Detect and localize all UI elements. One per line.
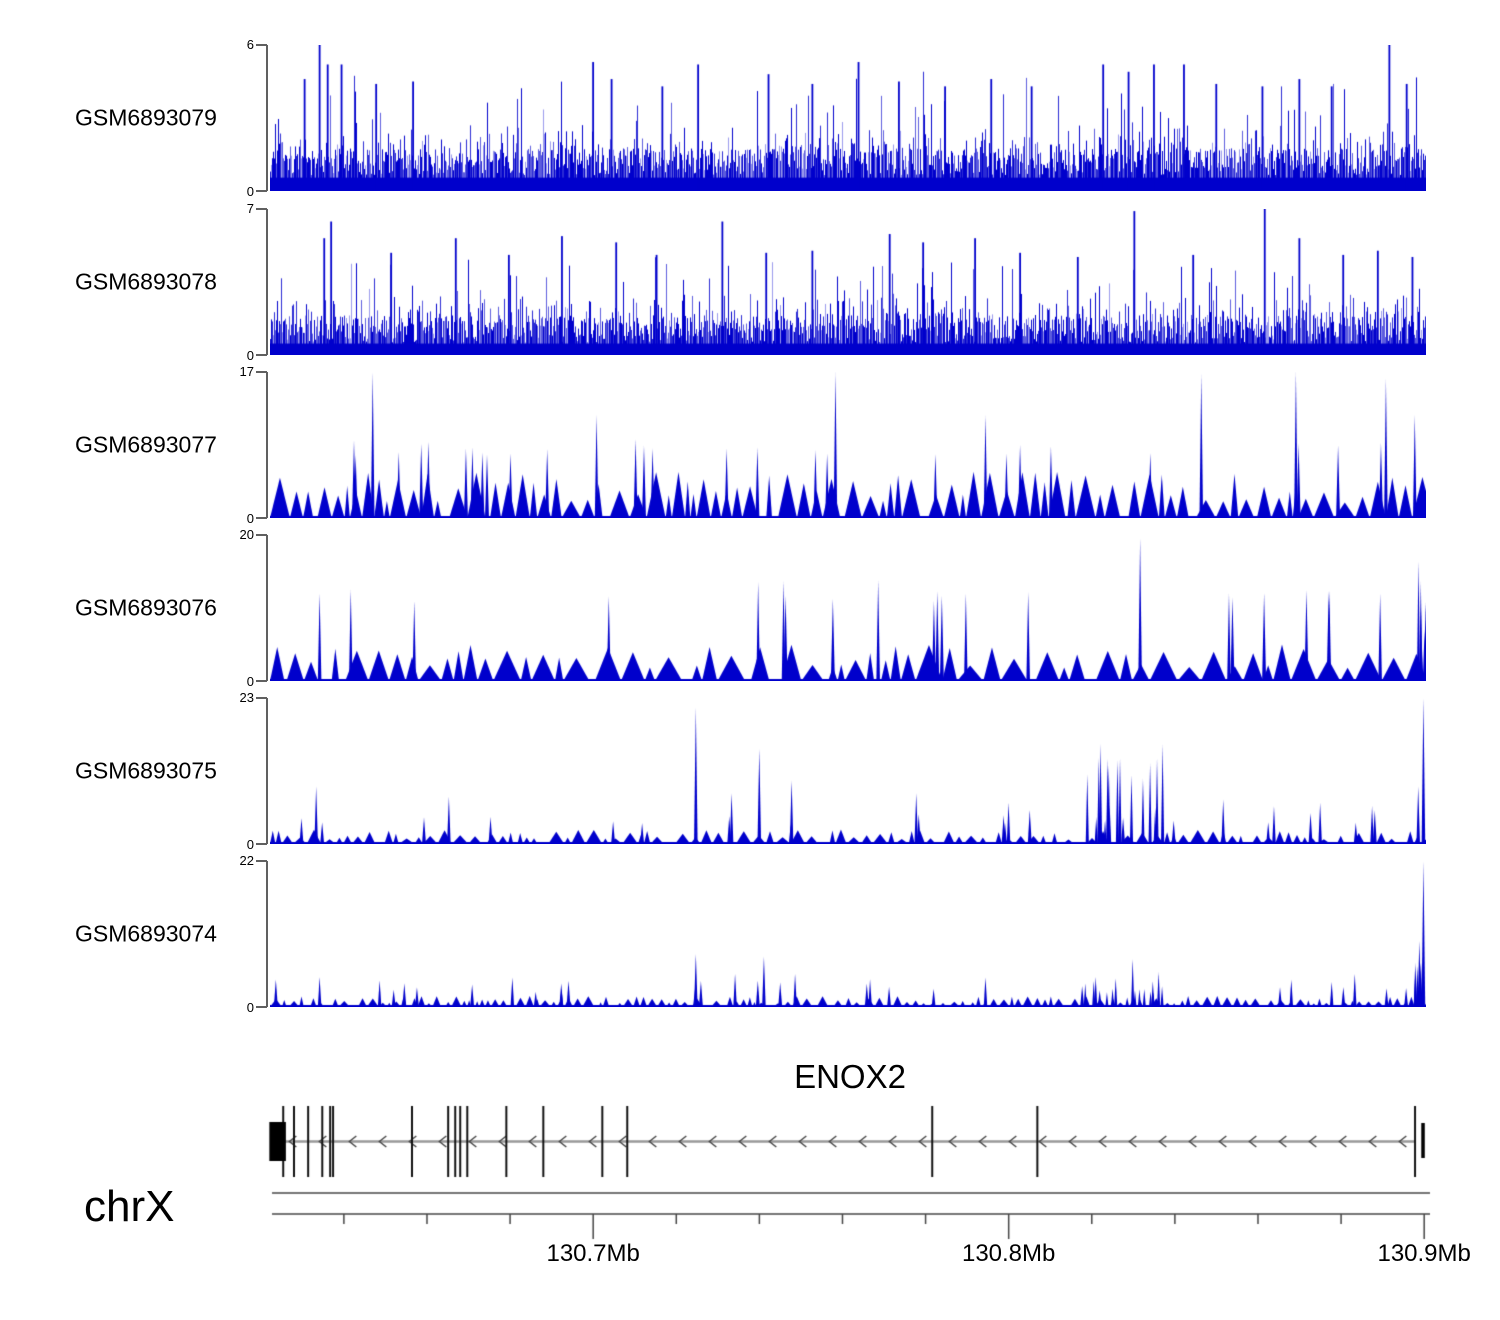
axis-tick-label-130-8: 130.8Mb bbox=[961, 1240, 1056, 1267]
coverage-signal-canvas bbox=[270, 45, 1426, 191]
coverage-track-gsm6893077: GSM6893077 17 0 bbox=[0, 364, 1500, 526]
y-axis-max-label: 20 bbox=[239, 527, 254, 542]
y-axis-bottom-tick bbox=[256, 843, 267, 845]
y-axis-zero-label: 0 bbox=[246, 837, 254, 852]
y-axis-bottom-tick bbox=[256, 680, 267, 682]
coverage-track-gsm6893076: GSM6893076 20 0 bbox=[0, 527, 1500, 689]
genome-browser-figure: GSM6893079 6 0 GSM6893078 7 0 GSM6893077… bbox=[0, 0, 1500, 1320]
coverage-track-gsm6893075: GSM6893075 23 0 bbox=[0, 690, 1500, 852]
y-axis-max-label: 7 bbox=[246, 201, 254, 216]
coverage-track-gsm6893074: GSM6893074 22 0 bbox=[0, 853, 1500, 1015]
coverage-track-gsm6893079: GSM6893079 6 0 bbox=[0, 37, 1500, 199]
y-axis-top-tick bbox=[256, 697, 267, 699]
track-label: GSM6893074 bbox=[75, 920, 217, 947]
y-axis-line bbox=[266, 45, 268, 191]
axis-tick-label-130-7: 130.7Mb bbox=[546, 1240, 640, 1267]
coverage-signal-canvas bbox=[270, 861, 1426, 1007]
coverage-signal-canvas bbox=[270, 698, 1426, 844]
y-axis-bottom-tick bbox=[256, 517, 267, 519]
y-axis-line bbox=[266, 372, 268, 518]
y-axis-max-label: 17 bbox=[239, 364, 254, 379]
axis-tick-label-130-9: 130.9Mb bbox=[1377, 1240, 1471, 1267]
gene-model-canvas bbox=[0, 1100, 1500, 1185]
coverage-signal-canvas bbox=[270, 372, 1426, 518]
y-axis-line bbox=[266, 209, 268, 355]
track-label: GSM6893079 bbox=[75, 104, 217, 131]
y-axis-bottom-tick bbox=[256, 1006, 267, 1008]
coverage-signal-canvas bbox=[270, 535, 1426, 681]
y-axis-top-tick bbox=[256, 371, 267, 373]
y-axis-top-tick bbox=[256, 208, 267, 210]
y-axis-zero-label: 0 bbox=[246, 674, 254, 689]
gene-name-label: ENOX2 bbox=[794, 1058, 906, 1095]
y-axis-max-label: 23 bbox=[239, 690, 254, 705]
track-label: GSM6893075 bbox=[75, 757, 217, 784]
y-axis-zero-label: 0 bbox=[246, 348, 254, 363]
y-axis-zero-label: 0 bbox=[246, 184, 254, 199]
chromosome-label: chrX bbox=[84, 1182, 175, 1231]
y-axis-zero-label: 0 bbox=[246, 511, 254, 526]
track-label: GSM6893076 bbox=[75, 594, 217, 621]
y-axis-top-tick bbox=[256, 44, 267, 46]
genome-axis-canvas bbox=[0, 1185, 1500, 1240]
y-axis-line bbox=[266, 535, 268, 681]
track-label: GSM6893078 bbox=[75, 268, 217, 295]
y-axis-line bbox=[266, 861, 268, 1007]
y-axis-line bbox=[266, 698, 268, 844]
y-axis-max-label: 22 bbox=[239, 853, 254, 868]
y-axis-top-tick bbox=[256, 860, 267, 862]
y-axis-max-label: 6 bbox=[246, 37, 254, 52]
y-axis-bottom-tick bbox=[256, 190, 267, 192]
coverage-signal-canvas bbox=[270, 209, 1426, 355]
coverage-track-gsm6893078: GSM6893078 7 0 bbox=[0, 201, 1500, 363]
y-axis-bottom-tick bbox=[256, 354, 267, 356]
track-label: GSM6893077 bbox=[75, 431, 217, 458]
y-axis-zero-label: 0 bbox=[246, 1000, 254, 1015]
y-axis-top-tick bbox=[256, 534, 267, 536]
